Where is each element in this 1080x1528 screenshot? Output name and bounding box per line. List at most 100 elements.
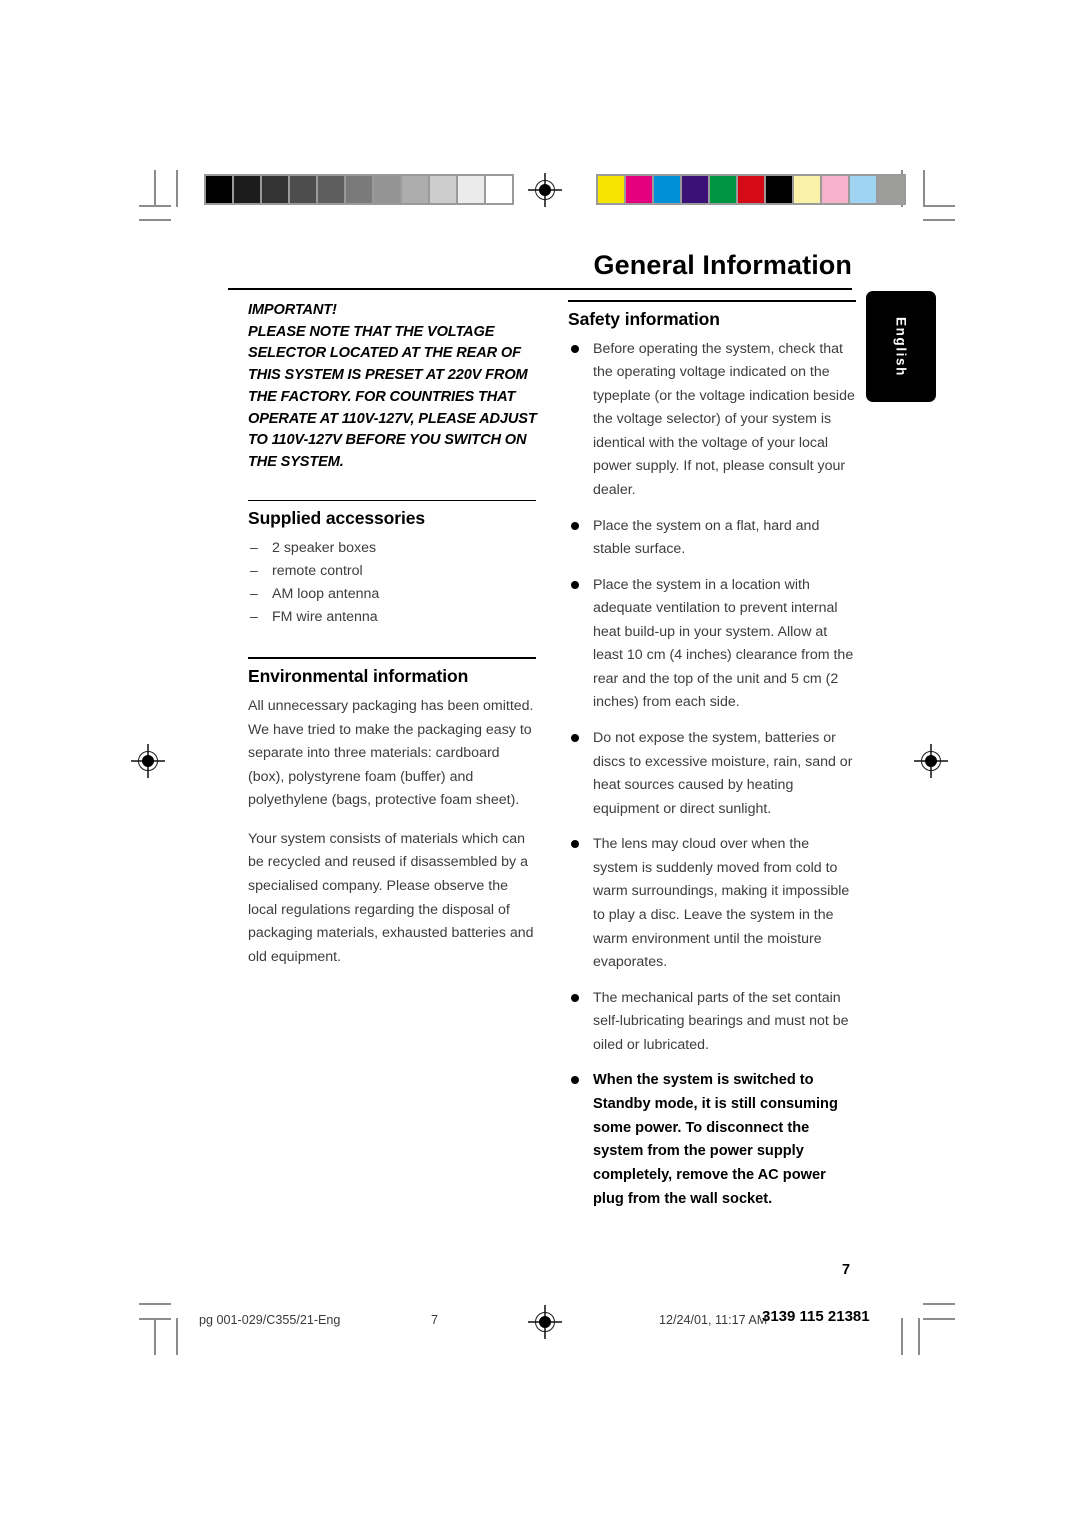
list-item: When the system is switched to Standby m… [568,1069,856,1211]
calibration-swatch [738,176,764,203]
calibration-swatch [682,176,708,203]
crop-mark-bottom-right-vertical [918,1318,920,1355]
calibration-swatch [262,176,288,203]
page-number: 7 [842,1262,851,1278]
page-title: General Information [593,250,852,280]
list-item-label: FM wire antenna [272,609,378,626]
important-line: THE SYSTEM. [248,454,344,471]
crop-mark-bottom-left-vertical [154,1318,156,1355]
list-item: Before operating the system, check that … [568,338,856,503]
registration-target-bottom-center [528,1305,562,1339]
calibration-swatch [626,176,652,203]
crop-mark-bottom-right-bleed [923,1303,955,1305]
list-item: The mechanical parts of the set contain … [568,987,856,1058]
language-tab-english: English [866,291,936,402]
calibration-swatch [598,176,624,203]
section-divider [568,300,856,302]
list-item: Place the system in a location with adeq… [568,574,856,715]
bullet-icon [571,840,579,849]
title-divider [228,288,852,290]
bullet-icon [571,521,579,530]
list-item-label: remote control [272,563,363,580]
important-notice: IMPORTANT! PLEASE NOTE THAT THE VOLTAGE … [248,300,537,474]
important-line: THIS SYSTEM IS PRESET AT 220V FROM [248,367,528,384]
registration-target-right-middle [914,744,948,778]
calibration-swatch [234,176,260,203]
important-line: THE FACTORY. FOR COUNTRIES THAT [248,388,516,405]
calibration-swatch [850,176,876,203]
calibration-swatch [822,176,848,203]
crop-mark-top-left-horizontal [139,205,171,207]
section-divider [248,657,536,660]
list-item: Do not expose the system, batteries or d… [568,727,856,821]
list-item: – remote control [248,560,536,583]
section-divider [248,499,536,502]
calibration-swatch [374,176,400,203]
list-item: – FM wire antenna [248,606,536,629]
calibration-swatch [290,176,316,203]
left-column: IMPORTANT! PLEASE NOTE THAT THE VOLTAGE … [248,300,537,984]
list-item-label: When the system is switched to Standby m… [593,1072,838,1207]
environmental-paragraph: Your system consists of materials which … [248,830,534,965]
dash-marker: – [250,586,258,603]
right-column: Safety information Before operating the … [568,300,856,1223]
list-item: Place the system on a flat, hard and sta… [568,515,856,562]
language-tab-label: English [893,316,909,377]
calibration-swatch [766,176,792,203]
list-item: – AM loop antenna [248,583,536,606]
footer-file-label: pg 001-029/C355/21-Eng [199,1313,341,1327]
calibration-swatch [486,176,512,203]
section-heading-supplied-accessories: Supplied accessories [248,508,425,529]
bullet-icon [571,1076,579,1085]
list-item-label: The lens may cloud over when the system … [593,836,850,971]
list-item-label: Place the system in a location with adeq… [593,576,854,711]
crop-mark-bottom-right-horizontal [923,1318,955,1320]
calibration-swatch [346,176,372,203]
list-item-label: Place the system on a flat, hard and sta… [593,517,820,558]
crop-mark-top-left-vertical [154,170,156,207]
bullet-icon [571,993,579,1002]
safety-information-list: Before operating the system, check that … [568,338,856,1212]
important-line: OPERATE AT 110V-127V, PLEASE ADJUST [248,410,537,427]
calibration-swatch [402,176,428,203]
list-item-label: The mechanical parts of the set contain … [593,989,849,1053]
calibration-swatch [318,176,344,203]
environmental-paragraph: All unnecessary packaging has been omitt… [248,698,534,809]
section-heading-safety-information: Safety information [568,308,720,329]
list-item-label: Do not expose the system, batteries or d… [593,730,853,817]
color-control-bar [596,174,906,205]
list-item: The lens may cloud over when the system … [568,833,856,974]
important-line: IMPORTANT! [248,302,337,318]
footer-document-code: 3139 115 21381 [762,1308,870,1325]
dash-marker: – [250,609,258,626]
calibration-swatch [654,176,680,203]
bullet-icon [571,580,579,589]
crop-mark-top-left-bleed [139,219,171,221]
bullet-icon [571,734,579,743]
supplied-accessories-list: –2 speaker boxes – remote control – AM loo… [248,537,536,629]
list-item-label: AM loop antenna [272,586,380,603]
crop-mark-top-right-bleed [923,219,955,221]
dash-marker: – [250,540,258,557]
list-item-label: Before operating the system, check that … [593,340,855,498]
calibration-swatch [710,176,736,203]
calibration-swatch [206,176,232,203]
footer-timestamp: 12/24/01, 11:17 AM [659,1313,768,1327]
registration-target-top-center [528,173,562,207]
section-heading-environmental-information: Environmental information [248,666,469,687]
footer-page-marker: 7 [431,1313,439,1327]
calibration-swatch [794,176,820,203]
crop-mark-bottom-left-outer [176,1318,178,1355]
crop-mark-bottom-right-outer [901,1318,903,1355]
dash-marker: – [250,563,258,580]
crop-mark-bottom-left-bleed [139,1303,171,1305]
list-item-label: 2 speaker boxes [272,540,377,557]
important-line: PLEASE NOTE THAT THE VOLTAGE [248,323,495,340]
calibration-swatch [430,176,456,203]
important-line: SELECTOR LOCATED AT THE REAR OF [248,345,521,362]
crop-mark-top-right-horizontal [923,205,955,207]
crop-mark-top-left-outer [176,170,178,207]
bullet-icon [571,344,579,353]
crop-mark-top-right-vertical [923,170,925,207]
list-item: –2 speaker boxes [248,537,536,560]
